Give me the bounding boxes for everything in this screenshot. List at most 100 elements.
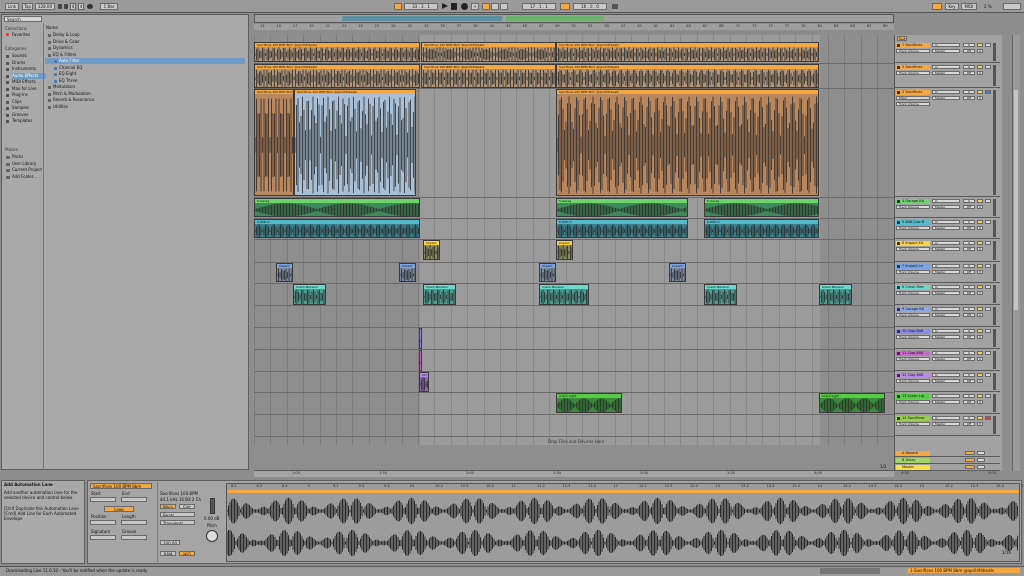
track-off[interactable]: Off bbox=[963, 357, 975, 361]
track-automation-select[interactable]: Track Volume bbox=[896, 71, 930, 75]
track-off[interactable]: Off bbox=[963, 247, 975, 251]
crash-clip[interactable]: Crash Mansion bbox=[293, 284, 326, 305]
track-arm[interactable] bbox=[985, 65, 991, 69]
hiq-button[interactable]: HiQ bbox=[179, 551, 195, 556]
track-off[interactable]: Off bbox=[963, 335, 975, 339]
track-fold-icon[interactable] bbox=[897, 66, 900, 69]
track-automation-select[interactable]: Track Volume bbox=[896, 335, 930, 339]
track-off[interactable]: Off bbox=[963, 96, 975, 100]
clip-length-field[interactable] bbox=[121, 520, 147, 525]
track-arm[interactable] bbox=[985, 307, 991, 311]
track-name[interactable]: 11 Clap 808 bbox=[896, 351, 930, 356]
track-off[interactable]: Off bbox=[963, 400, 975, 404]
track-volume[interactable]: 0 bbox=[963, 264, 975, 268]
track-header[interactable]: 12 Clap 808 Track Volume In Master 0 S Off bbox=[895, 372, 1000, 392]
set-button[interactable]: Set bbox=[897, 36, 907, 41]
track-output-select[interactable]: Master bbox=[932, 226, 960, 230]
clip-end-field[interactable] bbox=[121, 497, 147, 502]
crash-clip[interactable]: Crash Mansion bbox=[539, 284, 589, 305]
clip-signature-field[interactable] bbox=[90, 535, 116, 540]
track-name[interactable]: 13 Crash Lig bbox=[896, 394, 930, 399]
track-name[interactable]: 10 Clap 808 bbox=[896, 329, 930, 334]
sample-loop-bar[interactable] bbox=[227, 490, 1019, 493]
track-off[interactable]: Off bbox=[963, 205, 975, 209]
track-header[interactable]: 13 Crash Lig Track Volume In Master 0 S Off bbox=[895, 393, 1000, 414]
track-solo[interactable]: S bbox=[977, 335, 983, 339]
clip-start-field[interactable] bbox=[90, 497, 116, 502]
track-automation-select[interactable]: Track Volume bbox=[896, 313, 930, 317]
track-arm[interactable] bbox=[985, 394, 991, 398]
track-output-select[interactable]: Master bbox=[932, 270, 960, 274]
track-name[interactable]: 6 Impact Kit bbox=[896, 241, 930, 246]
sacrifices-clip[interactable]: Sacrifices 100 BPM 8bm @april4thbeats bbox=[254, 89, 294, 196]
track-volume[interactable]: 0 bbox=[963, 285, 975, 289]
track-output-select[interactable]: Master bbox=[932, 357, 960, 361]
track-fold-icon[interactable] bbox=[897, 330, 900, 333]
impact-clip[interactable]: Impact bbox=[556, 240, 573, 260]
track-fold-icon[interactable] bbox=[897, 395, 900, 398]
track-fold-icon[interactable] bbox=[897, 200, 900, 203]
clap-clip[interactable]: Chr bbox=[419, 350, 422, 371]
impact-clip[interactable]: Impact bbox=[399, 263, 416, 282]
808-clip[interactable]: 6-808 Cl bbox=[556, 219, 688, 238]
track-header[interactable]: 9 Garage Kit Track Volume In Master 0 S Off bbox=[895, 306, 1000, 327]
transpose-knob[interactable] bbox=[206, 530, 218, 542]
return-activator[interactable] bbox=[965, 458, 975, 462]
return-name[interactable]: Master bbox=[896, 465, 930, 470]
track-off[interactable]: Off bbox=[963, 379, 975, 383]
clip-loop-button[interactable]: Loop bbox=[104, 506, 134, 512]
track-arm[interactable] bbox=[985, 220, 991, 224]
track-name[interactable]: 9 Garage Kit bbox=[896, 307, 930, 312]
track-off[interactable]: Off bbox=[963, 49, 975, 53]
track-fold-icon[interactable] bbox=[897, 374, 900, 377]
track-activator[interactable] bbox=[977, 43, 983, 47]
impact-clip[interactable]: Impact bbox=[669, 263, 686, 282]
track-output-select[interactable]: Master bbox=[932, 291, 960, 295]
return-solo[interactable] bbox=[977, 451, 985, 455]
track-arm[interactable] bbox=[985, 416, 991, 420]
track-volume[interactable]: 0 bbox=[963, 307, 975, 311]
sacrifices-clip[interactable]: Sacrifices 100 BPM 8bm @april4thbeats bbox=[254, 64, 420, 88]
return-solo[interactable] bbox=[977, 465, 985, 469]
track-activator[interactable] bbox=[977, 264, 983, 268]
return-name[interactable]: B Delay bbox=[896, 458, 930, 463]
clip-position-field[interactable] bbox=[90, 520, 116, 525]
track-header[interactable]: 1 Sacrifices Track Volume In Master 0 S Off bbox=[895, 42, 1000, 63]
track-name[interactable]: 5 808 Cow B bbox=[896, 220, 930, 225]
track-activator[interactable] bbox=[977, 65, 983, 69]
track-output-select[interactable]: Master bbox=[932, 49, 960, 53]
track-volume[interactable]: 0 bbox=[963, 416, 975, 420]
track-arm[interactable] bbox=[985, 199, 991, 203]
track-fold-icon[interactable] bbox=[897, 265, 900, 268]
track-input-type[interactable]: In bbox=[932, 220, 960, 224]
track-input-type[interactable]: In bbox=[932, 416, 960, 420]
track-automation-select[interactable]: Track Volume bbox=[896, 49, 930, 53]
return-solo[interactable] bbox=[977, 458, 985, 462]
track-input-type[interactable]: In bbox=[932, 241, 960, 245]
track-activator[interactable] bbox=[977, 90, 983, 94]
track-name[interactable]: 12 Clap 808 bbox=[896, 373, 930, 378]
track-fold-icon[interactable] bbox=[897, 91, 900, 94]
impact-clip[interactable]: Impact bbox=[539, 263, 556, 282]
track-output-select[interactable]: Master bbox=[932, 96, 960, 100]
track-header[interactable]: 2 Sacrifices Track Volume In Master 0 S Off bbox=[895, 64, 1000, 88]
track-header[interactable]: 14 Sacrifices Track Volume In Master 0 S Off bbox=[895, 415, 1000, 436]
track-solo[interactable]: S bbox=[977, 247, 983, 251]
track-volume[interactable]: 0 bbox=[963, 90, 975, 94]
track-header[interactable]: 11 Clap 808 Track Volume In Master 0 S Off bbox=[895, 350, 1000, 371]
track-input-type[interactable]: In bbox=[932, 351, 960, 355]
track-activator[interactable] bbox=[977, 373, 983, 377]
clap-clip[interactable]: Chr bbox=[419, 328, 422, 349]
sacrifices-clip[interactable]: Sacrifices 100 BPM 8bm @april4thbeats bbox=[421, 42, 556, 62]
track-name[interactable]: 2 Sacrifices bbox=[896, 65, 930, 70]
track-volume[interactable]: 0 bbox=[963, 394, 975, 398]
track-output-select[interactable]: Master bbox=[932, 247, 960, 251]
track-solo[interactable]: S bbox=[977, 226, 983, 230]
track-automation-select[interactable]: Track Volume bbox=[896, 422, 930, 426]
track-input-type[interactable]: In bbox=[932, 329, 960, 333]
sacrifices-clip[interactable]: Sacrifices 100 BPM 8bm @april4thbeats bbox=[421, 64, 556, 88]
track-activator[interactable] bbox=[977, 199, 983, 203]
track-arm[interactable] bbox=[985, 373, 991, 377]
track-activator[interactable] bbox=[977, 351, 983, 355]
track-automation-select[interactable]: Track Volume bbox=[896, 291, 930, 295]
